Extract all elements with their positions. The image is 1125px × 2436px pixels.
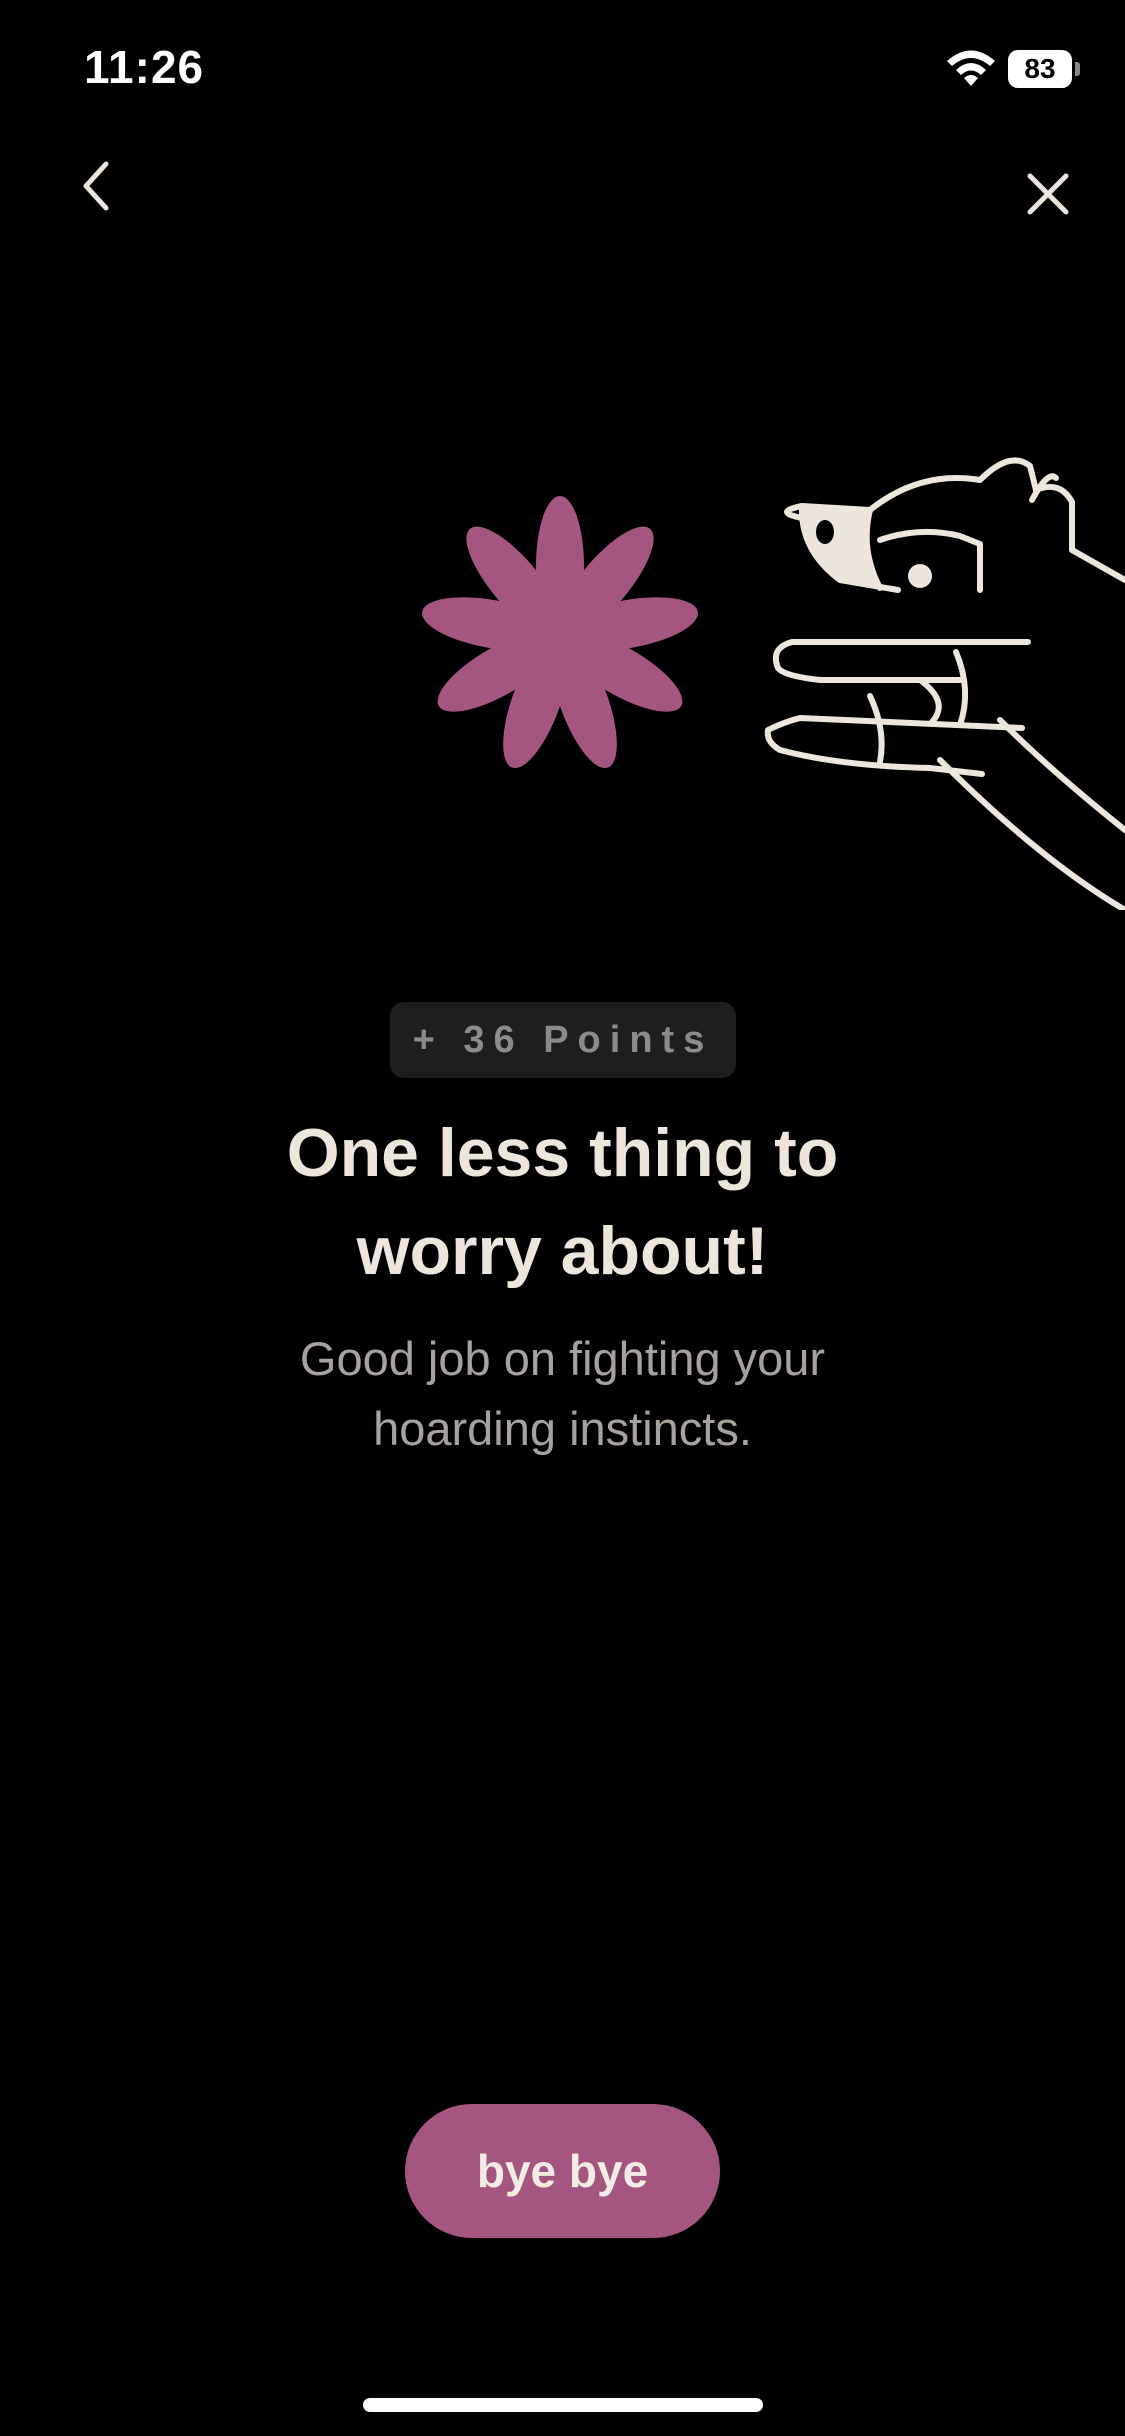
chevron-left-icon[interactable] (66, 152, 126, 220)
battery-icon: 83 (1008, 50, 1080, 88)
hand-icon (764, 639, 1125, 910)
flower-icon (422, 496, 698, 769)
celebration-illustration (422, 457, 1125, 910)
close-icon[interactable] (1018, 164, 1078, 224)
status-time: 11:26 (84, 41, 205, 93)
bye-bye-button[interactable]: bye bye (405, 2104, 720, 2238)
subtext: Good job on fighting your hoarding insti… (200, 1324, 925, 1464)
home-indicator[interactable] (363, 2398, 763, 2412)
status-bar: 11:26 83 (0, 0, 1125, 140)
headline: One less thing to worry about! (100, 1104, 1025, 1300)
wifi-icon (947, 50, 995, 86)
headline-line-1: One less thing to (286, 1115, 839, 1191)
battery-level: 83 (1008, 50, 1072, 88)
subtext-line-2: hoarding instincts. (373, 1402, 752, 1455)
points-badge: + 36 Points (390, 1002, 736, 1078)
headline-line-2: worry about! (356, 1213, 769, 1289)
battery-cap (1075, 62, 1080, 76)
subtext-line-1: Good job on fighting your (299, 1332, 826, 1385)
